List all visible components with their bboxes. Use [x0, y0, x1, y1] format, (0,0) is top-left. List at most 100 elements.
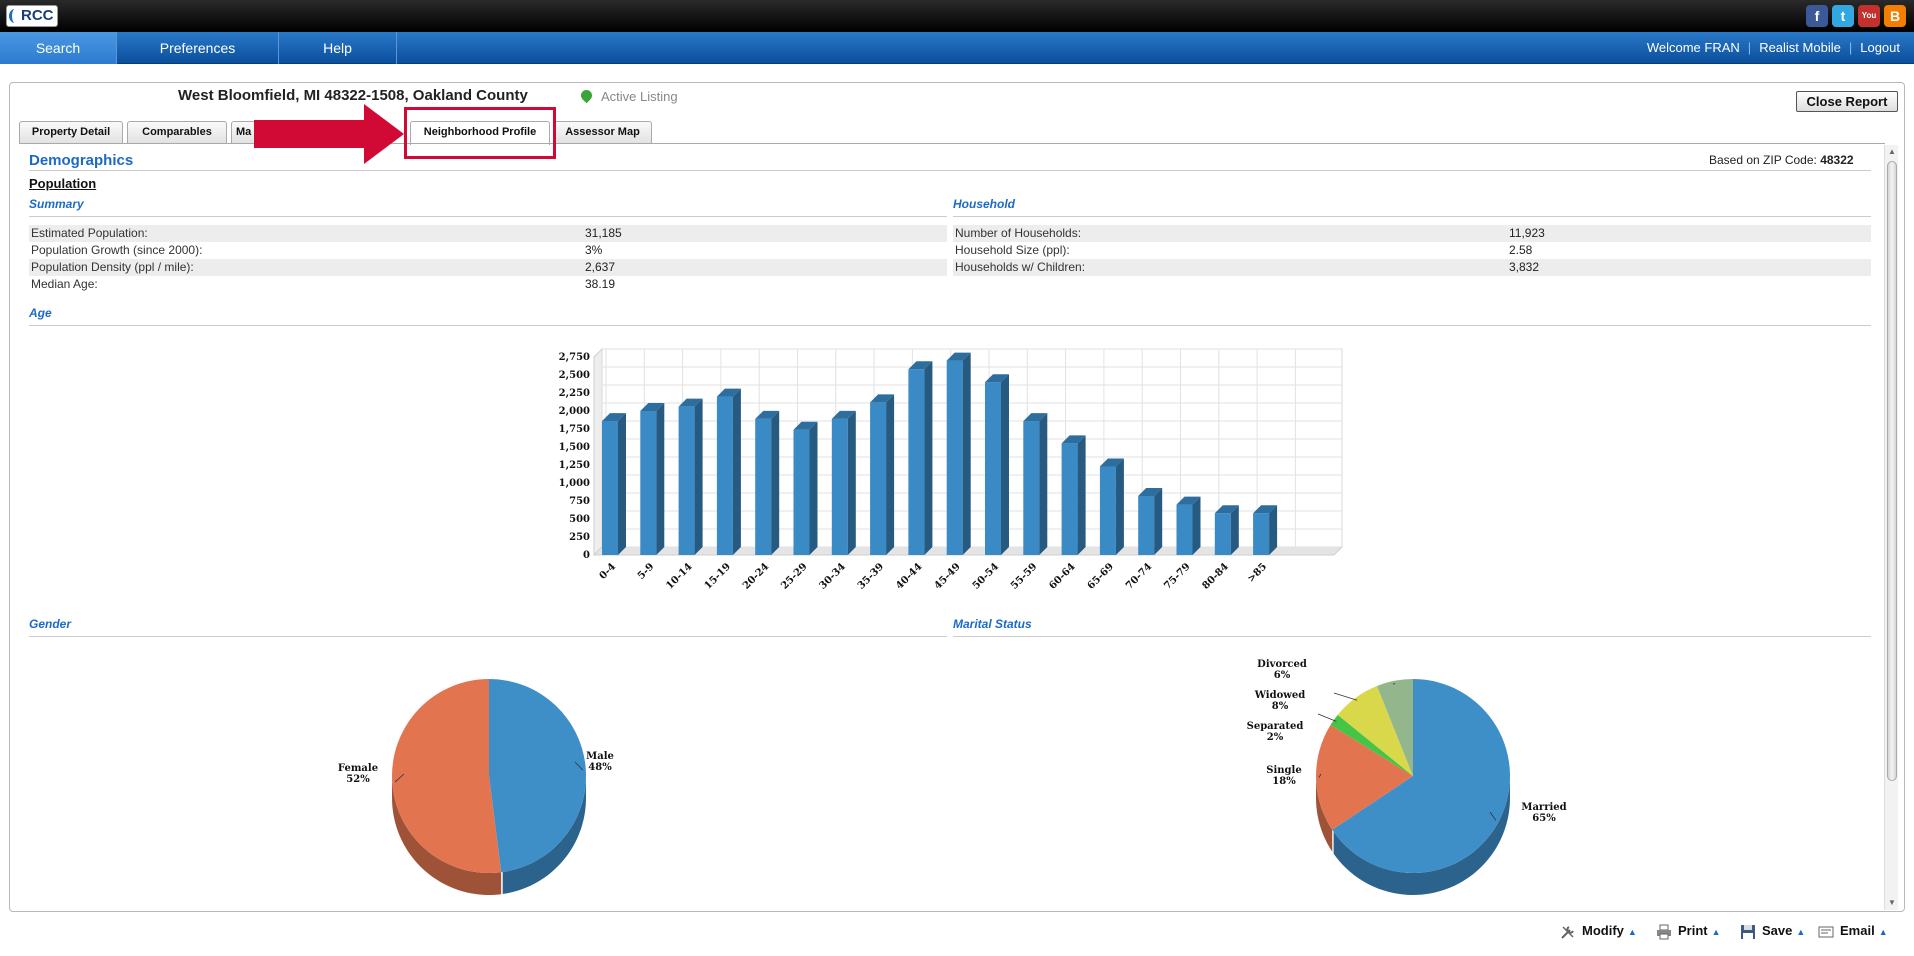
- gender-pie-chart: Male48% Female52%: [338, 679, 614, 895]
- caret-up-icon: ▲: [1878, 927, 1888, 937]
- summary-label: Estimated Population:: [31, 226, 148, 240]
- gender-divider: [29, 636, 947, 637]
- content-scrollbar[interactable]: ▲ ▼: [1884, 145, 1898, 910]
- save-label: Save: [1762, 923, 1793, 938]
- summary-row: Estimated Population: 31,185: [29, 225, 947, 242]
- email-button[interactable]: Email ▲: [1818, 921, 1888, 941]
- logo-swoosh-icon: [9, 9, 21, 23]
- caret-up-icon: ▲: [1711, 927, 1721, 937]
- print-label: Print: [1678, 923, 1708, 938]
- twitter-icon[interactable]: t: [1832, 5, 1854, 27]
- facebook-icon[interactable]: f: [1806, 5, 1828, 27]
- age-bar-side: [1154, 487, 1163, 555]
- print-button[interactable]: Print ▲: [1656, 921, 1721, 941]
- age-y-tick-label: 2,000: [559, 406, 590, 417]
- floppy-disk-icon: [1741, 924, 1755, 939]
- age-y-tick-label: 2,250: [559, 388, 590, 399]
- age-x-tick-label: 70-74: [1124, 561, 1154, 591]
- save-button[interactable]: Save ▲: [1740, 921, 1805, 941]
- age-bar-side: [962, 352, 971, 555]
- scroll-up-icon[interactable]: ▲: [1885, 145, 1899, 159]
- age-bar: [1138, 495, 1155, 555]
- pie-label-name: Married: [1521, 802, 1566, 813]
- pie-label-name: Single: [1266, 765, 1301, 776]
- age-bar-side: [886, 394, 895, 555]
- pie-label-name: Male: [586, 751, 614, 762]
- marital-divider: [953, 636, 1871, 637]
- pie-label-pct: 2%: [1267, 732, 1284, 743]
- listing-status: Active Listing: [601, 89, 678, 104]
- youtube-icon[interactable]: You: [1858, 5, 1880, 27]
- age-y-tick-label: 750: [569, 496, 590, 507]
- pie-label-pct: 8%: [1272, 701, 1289, 712]
- age-bar: [716, 396, 733, 555]
- tab-assessor-map[interactable]: Assessor Map: [553, 121, 652, 143]
- household-row: Households w/ Children: 3,832: [953, 259, 1871, 276]
- age-x-tick-label: 35-39: [856, 561, 886, 591]
- summary-title: Summary: [29, 197, 84, 211]
- summary-divider: [29, 216, 947, 217]
- scroll-down-icon[interactable]: ▼: [1885, 896, 1899, 910]
- caret-up-icon: ▲: [1627, 927, 1637, 937]
- age-bar: [946, 360, 963, 555]
- pie-label-name: Female: [338, 763, 378, 774]
- zip-label: Based on ZIP Code:: [1709, 153, 1817, 167]
- realist-mobile-link[interactable]: Realist Mobile: [1751, 40, 1849, 55]
- nav-tab-search[interactable]: Search: [0, 32, 117, 64]
- summary-row: Median Age: 38.19: [29, 276, 947, 293]
- age-x-tick-label: 80-84: [1201, 561, 1231, 591]
- household-value: 2.58: [1509, 243, 1533, 257]
- age-y-tick-label: 2,500: [559, 370, 590, 381]
- pie-leader-line: [1317, 713, 1337, 722]
- summary-label: Population Density (ppl / mile):: [31, 260, 194, 274]
- age-bar-side: [732, 388, 741, 555]
- blogger-icon[interactable]: B: [1884, 5, 1906, 27]
- age-bar-side: [924, 361, 933, 555]
- household-label: Households w/ Children:: [955, 260, 1086, 274]
- nav-tab-preferences[interactable]: Preferences: [117, 32, 279, 64]
- logo-text: RCC: [21, 7, 54, 24]
- age-bar-side: [1077, 435, 1086, 555]
- age-bar: [908, 369, 925, 555]
- summary-value: 2,637: [585, 260, 616, 274]
- age-y-tick-label: 1,750: [559, 424, 590, 435]
- email-icon: [1818, 926, 1834, 938]
- household-row: Household Size (ppl): 2.58: [953, 242, 1871, 259]
- close-report-button[interactable]: Close Report: [1796, 91, 1898, 112]
- scroll-thumb[interactable]: [1887, 161, 1897, 781]
- age-bar-chart: 0 250 500 750 1,000 1,250 1,500 1,750 2,000 2,250…: [559, 347, 1344, 592]
- tab-comparables[interactable]: Comparables: [127, 121, 227, 143]
- logout-link[interactable]: Logout: [1852, 40, 1908, 55]
- summary-value: 38.19: [585, 277, 616, 291]
- pie-label-pct: 6%: [1274, 670, 1291, 681]
- household-row: Number of Households: 11,923: [953, 225, 1871, 242]
- age-bar-side: [1192, 496, 1201, 555]
- top-bar: RCC f t You B: [0, 0, 1914, 32]
- age-x-tick-label: 50-54: [971, 561, 1001, 591]
- age-title: Age: [29, 306, 52, 320]
- household-label: Household Size (ppl):: [955, 243, 1070, 257]
- age-bar-side: [1269, 505, 1278, 555]
- welcome-text: Welcome FRAN: [1646, 40, 1740, 55]
- tab-property-detail[interactable]: Property Detail: [19, 121, 123, 143]
- age-x-tick-label: 10-14: [664, 561, 694, 591]
- summary-row: Population Density (ppl / mile): 2,637: [29, 259, 947, 276]
- wrench-icon: [1561, 925, 1574, 939]
- age-bar: [602, 421, 618, 555]
- age-divider: [29, 325, 1871, 326]
- rcc-logo[interactable]: RCC: [6, 5, 58, 27]
- age-bar: [870, 402, 887, 555]
- demographics-divider: [29, 170, 1871, 171]
- pie-label-pct: 18%: [1272, 776, 1296, 787]
- age-bar-side: [1230, 505, 1239, 555]
- household-value: 3,832: [1509, 260, 1540, 274]
- marital-pie-chart: Married65% Single18% Separated2% Widowed8% D…: [1247, 659, 1567, 895]
- summary-value: 3%: [585, 243, 603, 257]
- user-links: Welcome FRAN | Realist Mobile | Logout: [1639, 32, 1908, 64]
- nav-tab-help[interactable]: Help: [279, 32, 397, 64]
- caret-up-icon: ▲: [1796, 927, 1806, 937]
- zip-code-info: Based on ZIP Code: 48322: [1709, 153, 1854, 167]
- age-y-tick-label: 1,500: [559, 442, 590, 453]
- age-bar: [1214, 513, 1231, 555]
- modify-button[interactable]: Modify ▲: [1560, 921, 1637, 941]
